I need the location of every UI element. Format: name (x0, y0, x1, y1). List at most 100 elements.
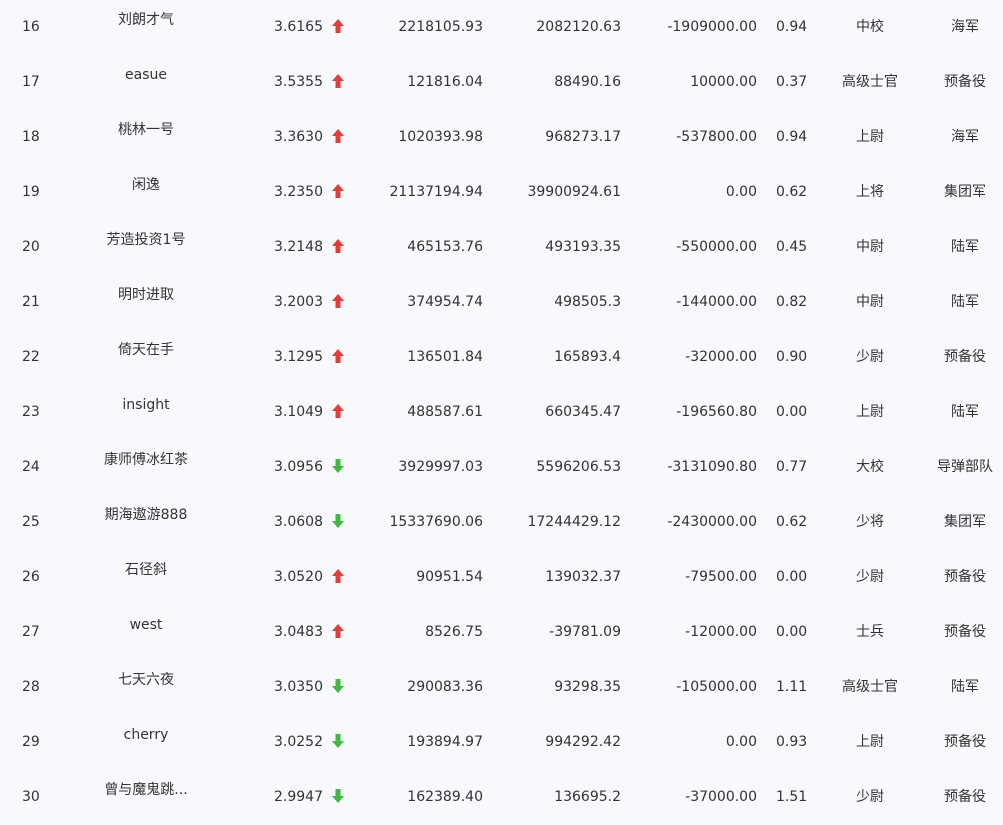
arrow-up-icon (331, 385, 345, 440)
table-row[interactable]: 20 芳造投资1号 3.2148 465153.76 493193.35 -55… (0, 220, 1003, 275)
table-row[interactable]: 30 曾与魔鬼跳... 2.9947 162389.40 136695.2 -3… (0, 770, 1003, 825)
rank-cell: 25 (22, 514, 40, 530)
account-name-link[interactable]: 刘朗才气 (86, 12, 206, 32)
market-value-cell: 968273.17 (545, 129, 621, 145)
ratio-cell: 3.0956 (274, 459, 323, 475)
net-flow-cell: -32000.00 (685, 349, 757, 365)
position-cell: 0.45 (776, 239, 808, 255)
military-rank-cell: 少尉 (856, 789, 884, 805)
market-value-cell: 17244429.12 (527, 514, 621, 530)
ratio-cell: 3.0350 (274, 679, 323, 695)
asset-cell: 121816.04 (407, 74, 483, 90)
account-name-link[interactable]: 石径斜 (86, 562, 206, 582)
net-flow-cell: -537800.00 (676, 129, 757, 145)
military-rank-cell: 大校 (856, 459, 884, 475)
account-name-link[interactable]: 七天六夜 (86, 672, 206, 692)
position-cell: 0.93 (776, 734, 808, 750)
ratio-cell: 3.6165 (274, 19, 323, 35)
military-rank-cell: 少尉 (856, 349, 884, 365)
table-row[interactable]: 27 west 3.0483 8526.75 -39781.09 -12000.… (0, 605, 1003, 660)
arrow-up-icon (331, 220, 345, 275)
military-rank-cell: 上将 (856, 184, 884, 200)
ratio-cell: 3.2003 (274, 294, 323, 310)
asset-cell: 193894.97 (407, 734, 483, 750)
military-rank-cell: 少将 (856, 514, 884, 530)
position-cell: 0.94 (776, 19, 808, 35)
account-name-link[interactable]: 桃林一号 (86, 122, 206, 142)
market-value-cell: 493193.35 (545, 239, 621, 255)
rank-cell: 27 (22, 624, 40, 640)
net-flow-cell: -37000.00 (685, 789, 757, 805)
table-row[interactable]: 17 easue 3.5355 121816.04 88490.16 10000… (0, 55, 1003, 110)
arrow-down-icon (331, 660, 345, 715)
military-rank-cell: 少尉 (856, 569, 884, 585)
market-value-cell: 165893.4 (554, 349, 621, 365)
arrow-up-icon (331, 110, 345, 165)
market-value-cell: 5596206.53 (536, 459, 621, 475)
arrow-down-icon (331, 770, 345, 825)
market-value-cell: 660345.47 (545, 404, 621, 420)
arrow-down-icon (331, 715, 345, 770)
position-cell: 0.77 (776, 459, 808, 475)
army-cell: 海军 (951, 19, 979, 35)
asset-cell: 162389.40 (407, 789, 483, 805)
asset-cell: 2218105.93 (398, 19, 483, 35)
account-name-link[interactable]: 明时进取 (86, 287, 206, 307)
ratio-cell: 2.9947 (274, 789, 323, 805)
net-flow-cell: 0.00 (725, 184, 757, 200)
rank-cell: 18 (22, 129, 40, 145)
asset-cell: 3929997.03 (398, 459, 483, 475)
table-row[interactable]: 24 康师傅冰红茶 3.0956 3929997.03 5596206.53 -… (0, 440, 1003, 495)
table-row[interactable]: 29 cherry 3.0252 193894.97 994292.42 0.0… (0, 715, 1003, 770)
army-cell: 预备役 (944, 74, 986, 90)
table-row[interactable]: 23 insight 3.1049 488587.61 660345.47 -1… (0, 385, 1003, 440)
ratio-cell: 3.2350 (274, 184, 323, 200)
rank-cell: 23 (22, 404, 40, 420)
position-cell: 1.51 (776, 789, 808, 805)
market-value-cell: -39781.09 (549, 624, 621, 640)
military-rank-cell: 中尉 (856, 294, 884, 310)
asset-cell: 1020393.98 (398, 129, 483, 145)
ratio-cell: 3.1049 (274, 404, 323, 420)
arrow-up-icon (331, 605, 345, 660)
army-cell: 导弹部队 (937, 459, 993, 475)
table-row[interactable]: 28 七天六夜 3.0350 290083.36 93298.35 -10500… (0, 660, 1003, 715)
table-row[interactable]: 18 桃林一号 3.3630 1020393.98 968273.17 -537… (0, 110, 1003, 165)
table-row[interactable]: 16 刘朗才气 3.6165 2218105.93 2082120.63 -19… (0, 0, 1003, 55)
asset-cell: 90951.54 (416, 569, 483, 585)
army-cell: 预备役 (944, 789, 986, 805)
account-name-link[interactable]: 闲逸 (86, 177, 206, 197)
arrow-up-icon (331, 165, 345, 220)
table-row[interactable]: 19 闲逸 3.2350 21137194.94 39900924.61 0.0… (0, 165, 1003, 220)
account-name-link[interactable]: west (86, 617, 206, 637)
army-cell: 海军 (951, 129, 979, 145)
account-name-link[interactable]: 康师傅冰红茶 (86, 452, 206, 472)
army-cell: 集团军 (944, 514, 986, 530)
table-row[interactable]: 21 明时进取 3.2003 374954.74 498505.3 -14400… (0, 275, 1003, 330)
arrow-up-icon (331, 55, 345, 110)
market-value-cell: 136695.2 (554, 789, 621, 805)
account-name-link[interactable]: insight (86, 397, 206, 417)
military-rank-cell: 上尉 (856, 734, 884, 750)
rank-cell: 16 (22, 19, 40, 35)
account-name-link[interactable]: cherry (86, 727, 206, 747)
rank-cell: 22 (22, 349, 40, 365)
army-cell: 预备役 (944, 349, 986, 365)
ratio-cell: 3.0252 (274, 734, 323, 750)
ratio-cell: 3.2148 (274, 239, 323, 255)
account-name-link[interactable]: 倚天在手 (86, 342, 206, 362)
table-row[interactable]: 22 倚天在手 3.1295 136501.84 165893.4 -32000… (0, 330, 1003, 385)
account-name-link[interactable]: 期海遨游888 (86, 507, 206, 527)
position-cell: 0.62 (776, 184, 808, 200)
arrow-up-icon (331, 550, 345, 605)
ratio-cell: 3.0520 (274, 569, 323, 585)
net-flow-cell: -2430000.00 (667, 514, 757, 530)
table-row[interactable]: 26 石径斜 3.0520 90951.54 139032.37 -79500.… (0, 550, 1003, 605)
account-name-link[interactable]: easue (86, 67, 206, 87)
asset-cell: 465153.76 (407, 239, 483, 255)
account-name-link[interactable]: 芳造投资1号 (86, 232, 206, 252)
account-name-link[interactable]: 曾与魔鬼跳... (86, 782, 206, 802)
army-cell: 预备役 (944, 734, 986, 750)
rank-cell: 17 (22, 74, 40, 90)
table-row[interactable]: 25 期海遨游888 3.0608 15337690.06 17244429.1… (0, 495, 1003, 550)
